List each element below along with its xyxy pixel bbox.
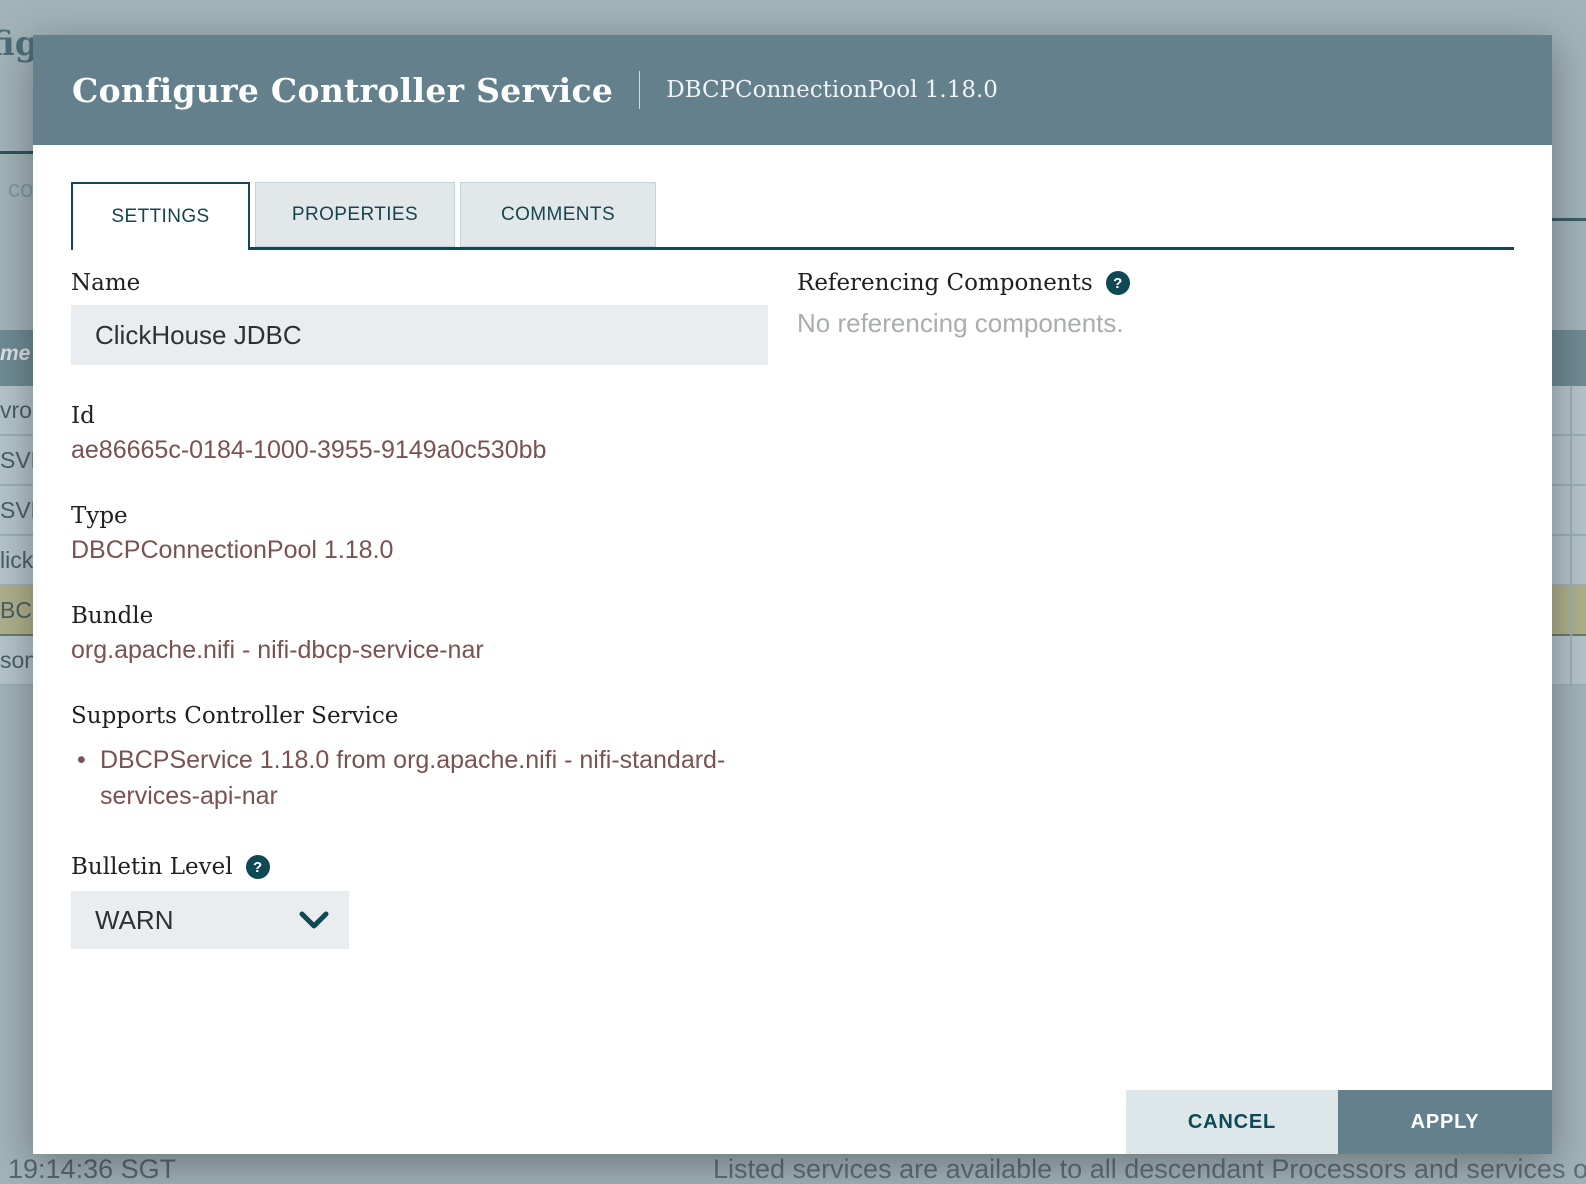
table-row: vro xyxy=(0,386,33,436)
backdrop-table-header-right xyxy=(1552,330,1586,386)
dialog-subtitle: DBCPConnectionPool 1.18.0 xyxy=(639,71,998,109)
table-row: SVF xyxy=(0,486,33,536)
apply-button[interactable]: APPLY xyxy=(1338,1090,1552,1154)
referencing-components-help-icon[interactable]: ? xyxy=(1106,271,1130,295)
supported-service-item: DBCPService 1.18.0 from org.apache.nifi … xyxy=(71,743,761,814)
bundle-label: Bundle xyxy=(71,603,768,629)
backdrop-table-rows-right xyxy=(1552,386,1586,686)
bulletin-level-select[interactable]: WARN xyxy=(71,891,349,949)
tab-comments[interactable]: COMMENTS xyxy=(460,182,656,247)
table-row xyxy=(1552,386,1586,436)
table-row-highlighted: BCI xyxy=(0,586,33,636)
table-row xyxy=(1552,436,1586,486)
backdrop-clipped-page-title: fig xyxy=(0,24,33,74)
tab-settings[interactable]: SETTINGS xyxy=(71,182,250,250)
tab-bar: SETTINGS PROPERTIES COMMENTS xyxy=(71,182,1514,250)
type-label: Type xyxy=(71,503,768,529)
referencing-components-label: Referencing Components xyxy=(797,270,1093,296)
bulletin-level-label: Bulletin Level xyxy=(71,854,233,880)
backdrop-clipped-tab-label: co xyxy=(8,176,33,204)
table-row xyxy=(1552,536,1586,586)
dialog-footer: CANCEL APPLY xyxy=(1126,1090,1552,1154)
backdrop-column-divider xyxy=(1570,386,1572,686)
referencing-components-empty-text: No referencing components. xyxy=(797,308,1514,339)
backdrop-divider-line-right xyxy=(1552,218,1586,221)
backdrop-table-header: me xyxy=(0,330,33,386)
dialog-title: Configure Controller Service xyxy=(72,71,613,110)
id-label: Id xyxy=(71,403,768,429)
table-row xyxy=(1552,636,1586,686)
configure-controller-service-dialog: Configure Controller Service DBCPConnect… xyxy=(33,35,1552,1154)
name-label: Name xyxy=(71,270,768,296)
table-row: son xyxy=(0,636,33,686)
dialog-body: SETTINGS PROPERTIES COMMENTS Name Id ae8… xyxy=(33,182,1552,1184)
cancel-button[interactable]: CANCEL xyxy=(1126,1090,1338,1154)
chevron-down-icon xyxy=(299,910,329,930)
bulletin-level-value: WARN xyxy=(95,905,173,936)
bulletin-level-help-icon[interactable]: ? xyxy=(246,855,270,879)
table-row: SVF xyxy=(0,436,33,486)
name-input[interactable] xyxy=(71,305,768,365)
settings-left-column: Name Id ae86665c-0184-1000-3955-9149a0c5… xyxy=(71,250,768,949)
backdrop-divider-line xyxy=(0,151,33,154)
type-value: DBCPConnectionPool 1.18.0 xyxy=(71,536,768,565)
backdrop-table-rows: vro SVF SVF lick BCI son xyxy=(0,386,33,686)
supports-controller-service-label: Supports Controller Service xyxy=(71,703,768,729)
supports-controller-service-list: DBCPService 1.18.0 from org.apache.nifi … xyxy=(71,743,768,814)
referencing-components-column: Referencing Components ? No referencing … xyxy=(797,250,1514,949)
table-row-highlighted xyxy=(1552,586,1586,636)
table-row: lick xyxy=(0,536,33,586)
table-row xyxy=(1552,486,1586,536)
tab-properties[interactable]: PROPERTIES xyxy=(255,182,455,247)
id-value: ae86665c-0184-1000-3955-9149a0c530bb xyxy=(71,436,768,465)
dialog-header: Configure Controller Service DBCPConnect… xyxy=(33,35,1552,145)
bundle-value: org.apache.nifi - nifi-dbcp-service-nar xyxy=(71,636,768,665)
